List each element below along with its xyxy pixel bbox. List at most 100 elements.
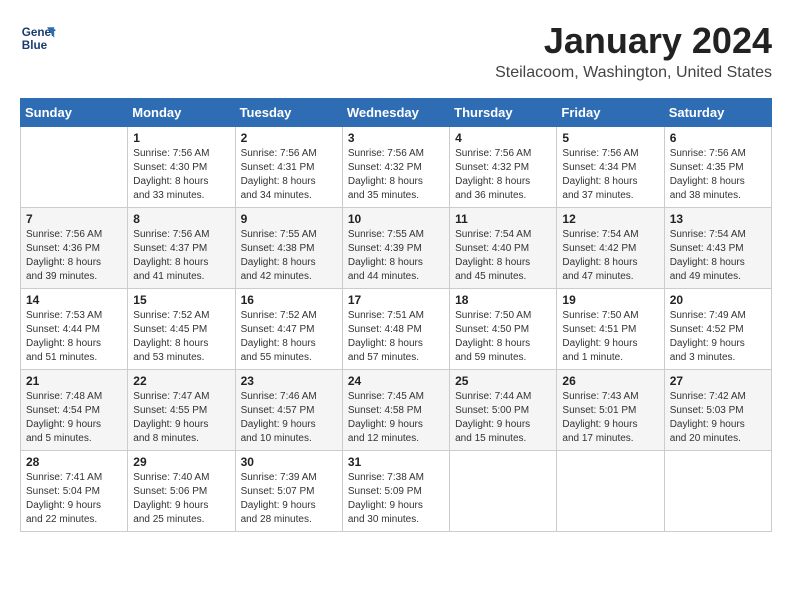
day-info: Sunrise: 7:39 AMSunset: 5:07 PMDaylight:… [241, 471, 337, 527]
day-number: 3 [348, 131, 444, 145]
day-number: 25 [455, 374, 551, 388]
day-number: 26 [562, 374, 658, 388]
day-number: 9 [241, 212, 337, 226]
calendar-cell [557, 451, 664, 532]
calendar-cell: 20Sunrise: 7:49 AMSunset: 4:52 PMDayligh… [664, 289, 771, 370]
calendar-body: 1 Sunrise: 7:56 AMSunset: 4:30 PMDaylight… [21, 127, 772, 532]
day-info: Sunrise: 7:55 AMSunset: 4:38 PMDaylight:… [241, 228, 337, 284]
day-number: 27 [670, 374, 766, 388]
day-info: Sunrise: 7:56 AMSunset: 4:30 PMDaylight:… [133, 147, 229, 203]
calendar-cell: 29 Sunrise: 7:40 AMSunset: 5:06 PMDayligh… [128, 451, 235, 532]
calendar-cell: 6 Sunrise: 7:56 AMSunset: 4:35 PMDaylight… [664, 127, 771, 208]
header-tuesday: Tuesday [235, 99, 342, 127]
day-number: 19 [562, 293, 658, 307]
day-number: 11 [455, 212, 551, 226]
day-info: Sunrise: 7:47 AMSunset: 4:55 PMDaylight:… [133, 390, 229, 446]
day-info: Sunrise: 7:49 AMSunset: 4:52 PMDaylight:… [670, 309, 766, 365]
calendar-cell: 23Sunrise: 7:46 AMSunset: 4:57 PMDayligh… [235, 370, 342, 451]
logo-icon: General Blue [20, 20, 56, 56]
calendar-cell: 28 Sunrise: 7:41 AMSunset: 5:04 PMDayligh… [21, 451, 128, 532]
day-info: Sunrise: 7:56 AMSunset: 4:32 PMDaylight:… [348, 147, 444, 203]
calendar-cell: 24Sunrise: 7:45 AMSunset: 4:58 PMDayligh… [342, 370, 449, 451]
day-number: 10 [348, 212, 444, 226]
location-title: Steilacoom, Washington, United States [495, 64, 772, 82]
day-number: 6 [670, 131, 766, 145]
day-info: Sunrise: 7:40 AMSunset: 5:06 PMDaylight:… [133, 471, 229, 527]
calendar-cell [450, 451, 557, 532]
calendar-header: SundayMondayTuesdayWednesdayThursdayFrid… [21, 99, 772, 127]
day-info: Sunrise: 7:56 AMSunset: 4:35 PMDaylight:… [670, 147, 766, 203]
month-title: January 2024 [495, 20, 772, 62]
calendar-cell: 25 Sunrise: 7:44 AMSunset: 5:00 PMDayligh… [450, 370, 557, 451]
calendar-table: SundayMondayTuesdayWednesdayThursdayFrid… [20, 98, 772, 532]
day-info: Sunrise: 7:41 AMSunset: 5:04 PMDaylight:… [26, 471, 122, 527]
page-header: General Blue January 2024 Steilacoom, Wa… [20, 20, 772, 82]
day-info: Sunrise: 7:56 AMSunset: 4:34 PMDaylight:… [562, 147, 658, 203]
day-info: Sunrise: 7:54 AMSunset: 4:43 PMDaylight:… [670, 228, 766, 284]
day-info: Sunrise: 7:43 AMSunset: 5:01 PMDaylight:… [562, 390, 658, 446]
day-number: 2 [241, 131, 337, 145]
calendar-cell: 13 Sunrise: 7:54 AMSunset: 4:43 PMDayligh… [664, 208, 771, 289]
day-number: 29 [133, 455, 229, 469]
day-number: 1 [133, 131, 229, 145]
day-number: 8 [133, 212, 229, 226]
day-info: Sunrise: 7:56 AMSunset: 4:37 PMDaylight:… [133, 228, 229, 284]
calendar-cell: 7 Sunrise: 7:56 AMSunset: 4:36 PMDaylight… [21, 208, 128, 289]
week-row-5: 28 Sunrise: 7:41 AMSunset: 5:04 PMDayligh… [21, 451, 772, 532]
day-info: Sunrise: 7:56 AMSunset: 4:36 PMDaylight:… [26, 228, 122, 284]
header-sunday: Sunday [21, 99, 128, 127]
logo: General Blue [20, 20, 56, 56]
calendar-cell: 4 Sunrise: 7:56 AMSunset: 4:32 PMDaylight… [450, 127, 557, 208]
day-number: 4 [455, 131, 551, 145]
calendar-cell [21, 127, 128, 208]
header-friday: Friday [557, 99, 664, 127]
calendar-cell: 31Sunrise: 7:38 AMSunset: 5:09 PMDayligh… [342, 451, 449, 532]
calendar-cell: 18 Sunrise: 7:50 AMSunset: 4:50 PMDayligh… [450, 289, 557, 370]
day-info: Sunrise: 7:54 AMSunset: 4:42 PMDaylight:… [562, 228, 658, 284]
day-number: 16 [241, 293, 337, 307]
calendar-cell: 3 Sunrise: 7:56 AMSunset: 4:32 PMDaylight… [342, 127, 449, 208]
day-info: Sunrise: 7:56 AMSunset: 4:32 PMDaylight:… [455, 147, 551, 203]
calendar-cell: 15 Sunrise: 7:52 AMSunset: 4:45 PMDayligh… [128, 289, 235, 370]
day-info: Sunrise: 7:52 AMSunset: 4:47 PMDaylight:… [241, 309, 337, 365]
day-info: Sunrise: 7:45 AMSunset: 4:58 PMDaylight:… [348, 390, 444, 446]
day-number: 22 [133, 374, 229, 388]
day-info: Sunrise: 7:48 AMSunset: 4:54 PMDaylight:… [26, 390, 122, 446]
calendar-cell: 1 Sunrise: 7:56 AMSunset: 4:30 PMDaylight… [128, 127, 235, 208]
calendar-cell: 14Sunrise: 7:53 AMSunset: 4:44 PMDayligh… [21, 289, 128, 370]
calendar-cell: 5Sunrise: 7:56 AMSunset: 4:34 PMDaylight… [557, 127, 664, 208]
day-info: Sunrise: 7:54 AMSunset: 4:40 PMDaylight:… [455, 228, 551, 284]
calendar-cell: 21 Sunrise: 7:48 AMSunset: 4:54 PMDayligh… [21, 370, 128, 451]
header-monday: Monday [128, 99, 235, 127]
calendar-cell: 2 Sunrise: 7:56 AMSunset: 4:31 PMDaylight… [235, 127, 342, 208]
day-info: Sunrise: 7:50 AMSunset: 4:51 PMDaylight:… [562, 309, 658, 365]
title-section: January 2024 Steilacoom, Washington, Uni… [495, 20, 772, 82]
day-info: Sunrise: 7:50 AMSunset: 4:50 PMDaylight:… [455, 309, 551, 365]
calendar-cell: 26 Sunrise: 7:43 AMSunset: 5:01 PMDayligh… [557, 370, 664, 451]
day-info: Sunrise: 7:51 AMSunset: 4:48 PMDaylight:… [348, 309, 444, 365]
calendar-cell: 27Sunrise: 7:42 AMSunset: 5:03 PMDayligh… [664, 370, 771, 451]
day-number: 15 [133, 293, 229, 307]
day-info: Sunrise: 7:56 AMSunset: 4:31 PMDaylight:… [241, 147, 337, 203]
week-row-3: 14Sunrise: 7:53 AMSunset: 4:44 PMDayligh… [21, 289, 772, 370]
calendar-cell: 11 Sunrise: 7:54 AMSunset: 4:40 PMDayligh… [450, 208, 557, 289]
day-number: 17 [348, 293, 444, 307]
calendar-cell: 19 Sunrise: 7:50 AMSunset: 4:51 PMDayligh… [557, 289, 664, 370]
calendar-cell: 16 Sunrise: 7:52 AMSunset: 4:47 PMDayligh… [235, 289, 342, 370]
day-info: Sunrise: 7:44 AMSunset: 5:00 PMDaylight:… [455, 390, 551, 446]
day-number: 21 [26, 374, 122, 388]
week-row-2: 7 Sunrise: 7:56 AMSunset: 4:36 PMDaylight… [21, 208, 772, 289]
header-thursday: Thursday [450, 99, 557, 127]
header-row: SundayMondayTuesdayWednesdayThursdayFrid… [21, 99, 772, 127]
day-number: 12 [562, 212, 658, 226]
day-number: 13 [670, 212, 766, 226]
calendar-cell: 8 Sunrise: 7:56 AMSunset: 4:37 PMDaylight… [128, 208, 235, 289]
day-info: Sunrise: 7:46 AMSunset: 4:57 PMDaylight:… [241, 390, 337, 446]
day-number: 7 [26, 212, 122, 226]
day-info: Sunrise: 7:52 AMSunset: 4:45 PMDaylight:… [133, 309, 229, 365]
day-number: 18 [455, 293, 551, 307]
calendar-cell: 17 Sunrise: 7:51 AMSunset: 4:48 PMDayligh… [342, 289, 449, 370]
week-row-4: 21 Sunrise: 7:48 AMSunset: 4:54 PMDayligh… [21, 370, 772, 451]
day-number: 28 [26, 455, 122, 469]
header-saturday: Saturday [664, 99, 771, 127]
